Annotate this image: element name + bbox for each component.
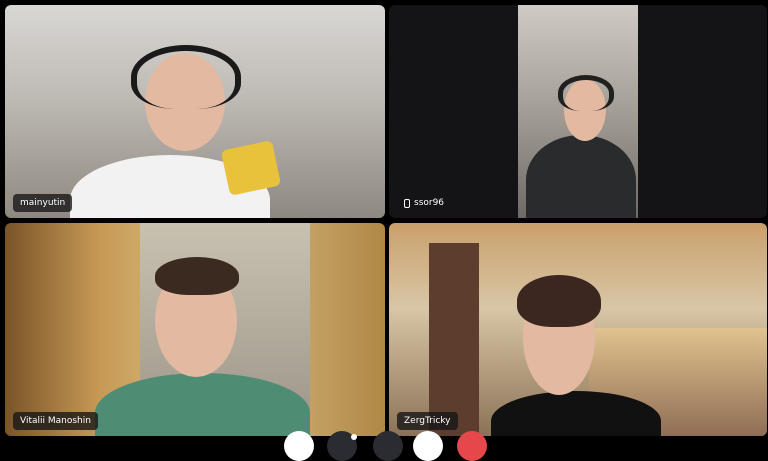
video-tile-vitalii-manoshin[interactable]: Vitalii Manoshin [5,223,385,436]
person-hair [155,257,239,295]
headphones [558,75,614,111]
curtain [429,243,479,436]
participant-name: mainyutin [20,198,66,208]
participant-name: ZergTricky [404,416,451,426]
video-feed [518,5,638,218]
video-tile-zergtricky[interactable]: ZergTricky [389,223,767,436]
participant-name: ssor96 [414,198,445,208]
participant-name: Vitalii Manoshin [20,416,91,426]
phone-icon [404,198,410,208]
participant-name-label: ZergTricky [397,412,458,430]
video-grid: mainyutin ssor96 Vitalii Manoshin ZergTr… [0,0,768,441]
video-tile-ssor96[interactable]: ssor96 [389,5,767,218]
participant-name-label: mainyutin [13,194,73,212]
participant-name-label: Vitalii Manoshin [13,412,98,430]
more-icon[interactable] [413,431,443,461]
screen-share-icon[interactable] [373,431,403,461]
participant-name-label: ssor96 [397,194,452,212]
video-tile-mainyutin[interactable]: mainyutin [5,5,385,218]
person-body [526,135,636,218]
call-controls [284,431,494,461]
camera-icon[interactable] [284,431,314,461]
person-hair [517,275,601,327]
headphones [131,45,241,109]
leave-call-icon[interactable] [457,431,487,461]
indicator-dot [351,434,357,440]
